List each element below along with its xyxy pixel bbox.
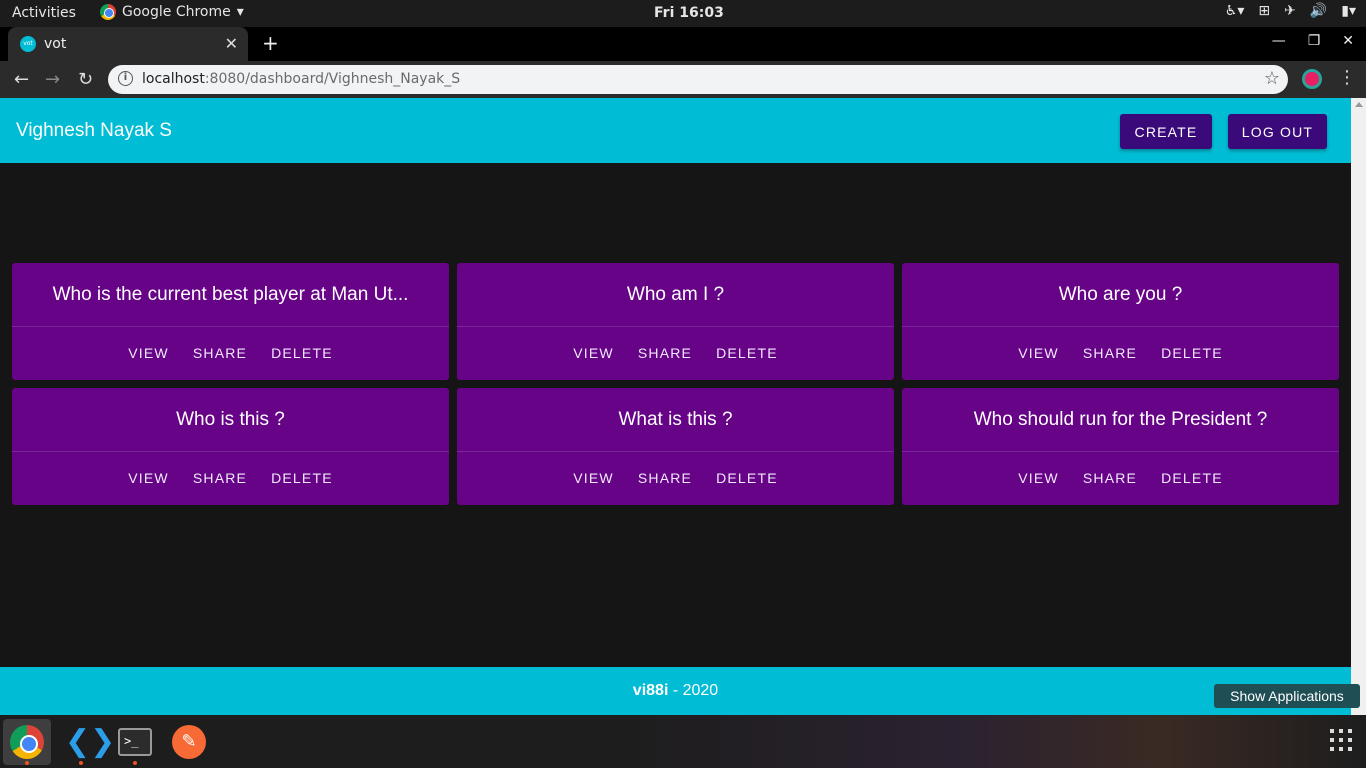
- app-footer: vi88i - 2020: [0, 667, 1351, 715]
- poll-question: Who am I ?: [457, 263, 894, 327]
- browser-tab[interactable]: vot vot ✕: [8, 27, 248, 61]
- create-button[interactable]: CREATE: [1120, 114, 1212, 149]
- chrome-icon: [100, 4, 116, 20]
- page-scrollbar[interactable]: [1351, 98, 1366, 715]
- share-button[interactable]: SHARE: [1071, 470, 1149, 486]
- favicon-icon: vot: [20, 36, 36, 52]
- profile-avatar[interactable]: [1302, 69, 1322, 89]
- address-bar[interactable]: i localhost:8080/dashboard/Vighnesh_Naya…: [108, 65, 1288, 94]
- system-top-bar: Activities Google Chrome ▾ Fri 16:03 ♿▾ …: [0, 0, 1366, 27]
- close-tab-icon[interactable]: ✕: [225, 34, 238, 53]
- poll-actions: VIEW SHARE DELETE: [902, 327, 1339, 379]
- poll-actions: VIEW SHARE DELETE: [12, 327, 449, 379]
- reload-icon[interactable]: ↻: [78, 69, 93, 90]
- chrome-icon: [10, 725, 44, 759]
- poll-question: What is this ?: [457, 388, 894, 452]
- share-button[interactable]: SHARE: [626, 345, 704, 361]
- window-controls: — ❐ ✕: [1272, 33, 1354, 49]
- menu-kebab-icon[interactable]: ⋮: [1338, 67, 1356, 88]
- poll-question: Who is the current best player at Man Ut…: [12, 263, 449, 327]
- dock-item-chrome[interactable]: [3, 719, 51, 765]
- chevron-down-icon: ▾: [236, 4, 244, 20]
- view-button[interactable]: VIEW: [561, 345, 626, 361]
- show-applications-icon[interactable]: [1330, 729, 1352, 751]
- delete-button[interactable]: DELETE: [259, 470, 345, 486]
- running-indicator: [79, 761, 83, 765]
- tab-strip: vot vot ✕ + — ❐ ✕: [0, 27, 1366, 61]
- dock-item-terminal[interactable]: >_: [111, 719, 159, 765]
- vscode-icon: ❮❯: [65, 724, 116, 759]
- view-button[interactable]: VIEW: [1006, 345, 1071, 361]
- running-indicator: [133, 761, 137, 765]
- poll-actions: VIEW SHARE DELETE: [457, 452, 894, 504]
- poll-card: Who is the current best player at Man Ut…: [12, 263, 449, 380]
- app-menu[interactable]: Google Chrome ▾: [100, 4, 244, 20]
- poll-card: Who am I ? VIEW SHARE DELETE: [457, 263, 894, 380]
- minimize-icon[interactable]: —: [1272, 33, 1286, 49]
- view-button[interactable]: VIEW: [116, 470, 181, 486]
- footer-year: - 2020: [668, 682, 719, 699]
- postman-icon: ✎: [172, 725, 206, 759]
- delete-button[interactable]: DELETE: [704, 345, 790, 361]
- restore-icon[interactable]: ❐: [1308, 33, 1321, 49]
- battery-icon: ▮▾: [1341, 3, 1356, 19]
- dock: ❮❯ >_ ✎: [0, 715, 1366, 768]
- airplane-icon: ✈: [1284, 3, 1296, 19]
- poll-actions: VIEW SHARE DELETE: [457, 327, 894, 379]
- poll-question: Who should run for the President ?: [902, 388, 1339, 452]
- running-indicator: [25, 761, 29, 765]
- dock-item-vscode[interactable]: ❮❯: [57, 719, 116, 765]
- bookmark-star-icon[interactable]: ☆: [1264, 68, 1280, 89]
- browser-toolbar: ← → ↻ i localhost:8080/dashboard/Vighnes…: [0, 61, 1366, 98]
- poll-card: What is this ? VIEW SHARE DELETE: [457, 388, 894, 505]
- poll-grid: Who is the current best player at Man Ut…: [12, 263, 1339, 505]
- delete-button[interactable]: DELETE: [259, 345, 345, 361]
- terminal-icon: >_: [118, 728, 152, 756]
- view-button[interactable]: VIEW: [116, 345, 181, 361]
- delete-button[interactable]: DELETE: [704, 470, 790, 486]
- share-button[interactable]: SHARE: [626, 470, 704, 486]
- system-tray[interactable]: ♿▾ ⊞ ✈ 🔊 ▮▾: [1225, 3, 1356, 19]
- network-icon: ⊞: [1258, 3, 1271, 19]
- new-tab-icon[interactable]: +: [262, 31, 279, 55]
- poll-card: Who are you ? VIEW SHARE DELETE: [902, 263, 1339, 380]
- share-button[interactable]: SHARE: [181, 345, 259, 361]
- footer-brand: vi88i: [632, 682, 669, 699]
- close-window-icon[interactable]: ✕: [1342, 33, 1354, 49]
- tab-title: vot: [44, 36, 67, 52]
- forward-icon[interactable]: →: [45, 69, 60, 90]
- poll-question: Who are you ?: [902, 263, 1339, 327]
- delete-button[interactable]: DELETE: [1149, 470, 1235, 486]
- activities-button[interactable]: Activities: [12, 5, 76, 21]
- view-button[interactable]: VIEW: [561, 470, 626, 486]
- poll-card: Who is this ? VIEW SHARE DELETE: [12, 388, 449, 505]
- poll-card: Who should run for the President ? VIEW …: [902, 388, 1339, 505]
- info-icon[interactable]: i: [118, 71, 133, 86]
- url-text[interactable]: localhost:8080/dashboard/Vighnesh_Nayak_…: [142, 71, 460, 87]
- app-header: Vighnesh Nayak S CREATE LOG OUT: [0, 98, 1351, 163]
- accessibility-icon[interactable]: ♿▾: [1225, 3, 1245, 19]
- show-applications-tooltip: Show Applications: [1214, 684, 1360, 708]
- clock[interactable]: Fri 16:03: [654, 5, 724, 21]
- poll-question: Who is this ?: [12, 388, 449, 452]
- dock-item-postman[interactable]: ✎: [165, 719, 213, 765]
- user-name-title: Vighnesh Nayak S: [16, 120, 172, 141]
- share-button[interactable]: SHARE: [1071, 345, 1149, 361]
- share-button[interactable]: SHARE: [181, 470, 259, 486]
- view-button[interactable]: VIEW: [1006, 470, 1071, 486]
- delete-button[interactable]: DELETE: [1149, 345, 1235, 361]
- logout-button[interactable]: LOG OUT: [1228, 114, 1327, 149]
- back-icon[interactable]: ←: [14, 69, 29, 90]
- volume-icon: 🔊: [1309, 3, 1328, 19]
- poll-actions: VIEW SHARE DELETE: [12, 452, 449, 504]
- app-menu-label: Google Chrome: [122, 4, 231, 20]
- poll-actions: VIEW SHARE DELETE: [902, 452, 1339, 504]
